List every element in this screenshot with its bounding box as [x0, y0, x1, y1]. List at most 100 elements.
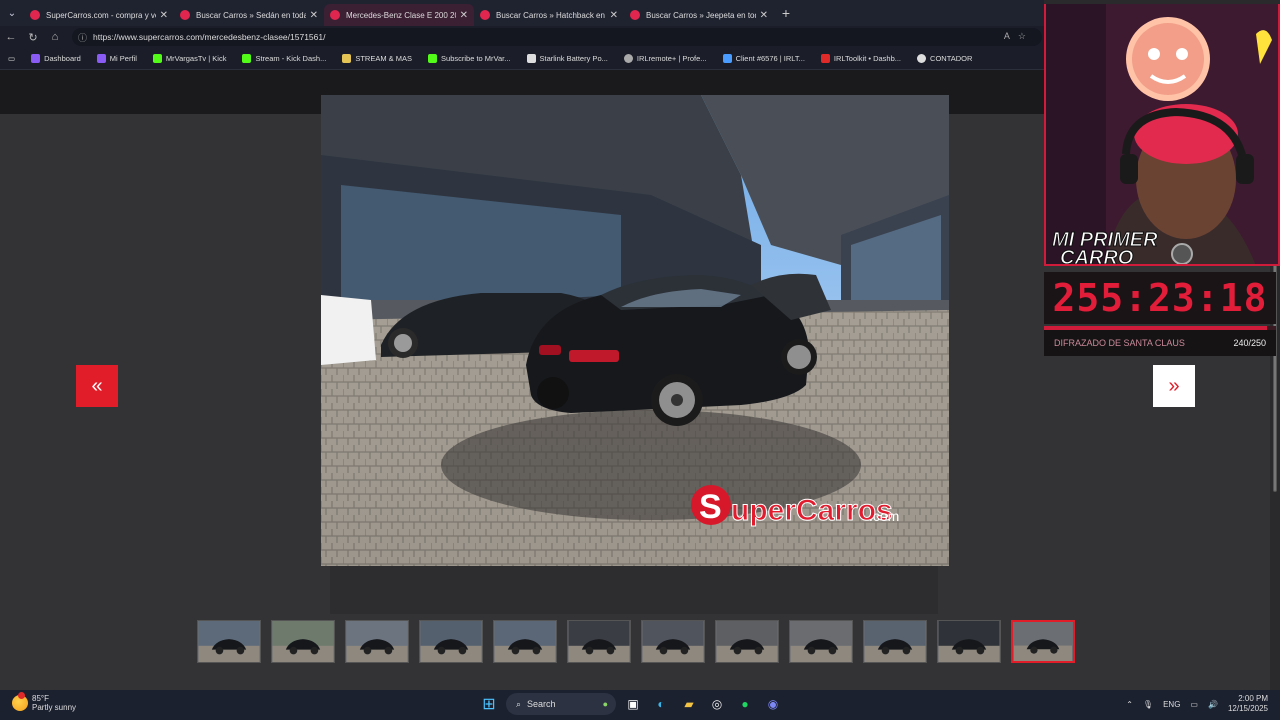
close-tab-icon[interactable]: ✕: [160, 10, 168, 21]
back-icon[interactable]: ←: [0, 26, 22, 48]
browser-tab[interactable]: SuperCarros.com - compra y vende ✕: [24, 4, 174, 26]
bookmark-label: IRLToolkit • Dashb...: [833, 54, 902, 63]
thumbnail-image: [864, 621, 926, 662]
webcam-feed: MI PRIMER CARRO: [1044, 4, 1280, 266]
bookmark-item[interactable]: IRLremote+ | Profe...: [616, 54, 715, 63]
gallery-thumbnail[interactable]: [345, 620, 409, 663]
bookmark-item[interactable]: Stream - Kick Dash...: [234, 54, 334, 63]
bookmark-item[interactable]: Mi Perfil: [89, 54, 145, 63]
windows-taskbar: 85°F Partly sunny ⊞ ⌕ Search ● ▣ ◐ ▰ ◎ ● ◉…: [0, 690, 1280, 720]
tab-title: Buscar Carros » Jeepeta en toda R: [646, 10, 756, 20]
temperature-text: 85°F: [32, 694, 49, 703]
browser-toolbar: ← ↻ ⌂ ⓘ https://www.supercarros.com/merc…: [0, 26, 1044, 48]
thumbnail-image: [1013, 622, 1073, 661]
supercarros-favicon-icon: [330, 10, 340, 20]
bookmark-label: Client #6576 | IRLT...: [735, 54, 805, 63]
site-info-icon[interactable]: ⓘ: [78, 31, 87, 44]
thumbnail-image: [568, 621, 630, 662]
supercarros-favicon-icon: [180, 10, 190, 20]
windows-start-icon[interactable]: ⊞: [478, 693, 500, 715]
gallery-thumbnail[interactable]: [1011, 620, 1075, 663]
bookmark-favicon-icon: [31, 54, 41, 63]
tab-title: Buscar Carros » Hatchback en toda: [496, 10, 606, 20]
close-tab-icon[interactable]: ✕: [610, 10, 618, 21]
file-explorer-icon[interactable]: ▰: [678, 693, 700, 715]
home-icon[interactable]: ⌂: [44, 26, 66, 48]
kick-icon: [428, 54, 438, 63]
bookmarks-menu-icon[interactable]: ▭: [0, 54, 23, 63]
gallery-thumbnail[interactable]: [641, 620, 705, 663]
bookmark-label: Mi Perfil: [109, 54, 137, 63]
webcam-illustration: MI PRIMER CARRO: [1046, 4, 1278, 266]
gallery-thumbnail[interactable]: [419, 620, 483, 663]
network-icon[interactable]: ▭: [1190, 700, 1198, 709]
microphone-icon[interactable]: 🎙: [1143, 700, 1153, 709]
kick-icon: [152, 54, 162, 63]
globe-icon: [623, 54, 633, 63]
tab-strip: ⌄ SuperCarros.com - compra y vende ✕ Busc…: [0, 0, 1044, 26]
clock[interactable]: 2:00 PM 12/15/2025: [1228, 694, 1268, 714]
bookmark-item[interactable]: Client #6576 | IRLT...: [715, 54, 813, 63]
partly-sunny-icon: [12, 692, 28, 711]
bookmark-item[interactable]: IRLToolkit • Dashb...: [813, 54, 909, 63]
taskbar-apps: ⊞ ⌕ Search ● ▣ ◐ ▰ ◎ ● ◉: [478, 693, 784, 715]
weather-text: Partly sunny: [32, 703, 77, 712]
taskbar-search[interactable]: ⌕ Search ●: [506, 693, 616, 715]
tab-title: Buscar Carros » Sedán en toda Rep: [196, 10, 306, 20]
close-tab-icon[interactable]: ✕: [760, 10, 768, 21]
favorite-star-icon[interactable]: A☆: [1004, 31, 1034, 42]
gallery-thumbnail[interactable]: [197, 620, 261, 663]
tab-list-button[interactable]: ⌄: [0, 0, 24, 26]
bookmark-item[interactable]: Subscribe to MrVar...: [420, 54, 518, 63]
gallery-thumbnail[interactable]: [567, 620, 631, 663]
gallery-thumbnail[interactable]: [271, 620, 335, 663]
gallery-thumbnail[interactable]: [937, 620, 1001, 663]
bookmark-label: Subscribe to MrVar...: [441, 54, 511, 63]
folder-icon: [342, 54, 352, 63]
discord-icon[interactable]: ◉: [762, 693, 784, 715]
goal-panel: DIFRAZADO DE SANTA CLAUS 240/250: [1044, 330, 1276, 356]
new-tab-button[interactable]: +: [774, 5, 798, 21]
volume-icon[interactable]: 🔊: [1208, 700, 1218, 709]
browser-tab[interactable]: Buscar Carros » Jeepeta en toda R ✕: [624, 4, 774, 26]
browser-tab-active[interactable]: Mercedes-Benz Clase E 200 2020 ✕: [324, 4, 474, 26]
bookmark-item[interactable]: Starlink Battery Po...: [519, 54, 616, 63]
tab-title: Mercedes-Benz Clase E 200 2020: [346, 10, 456, 20]
bookmark-label: Dashboard: [44, 54, 81, 63]
next-arrow-icon: »: [1168, 374, 1180, 397]
bookmark-item[interactable]: Dashboard: [23, 54, 89, 63]
edge-browser-icon[interactable]: ◐: [650, 693, 672, 715]
main-gallery-photo[interactable]: S uperCarros .com: [321, 95, 949, 566]
weather-widget[interactable]: 85°F Partly sunny: [12, 692, 77, 712]
thumbnail-image: [642, 621, 704, 662]
next-photo-button[interactable]: »: [1153, 365, 1195, 407]
browser-tab[interactable]: Buscar Carros » Sedán en toda Rep ✕: [174, 4, 324, 26]
previous-photo-button[interactable]: «: [76, 365, 118, 407]
listing-details-background: [330, 566, 938, 614]
thumbnail-image: [272, 621, 334, 662]
tray-overflow-icon[interactable]: ⌃: [1126, 700, 1133, 709]
bookmark-label: MrVargasTv | Kick: [165, 54, 227, 63]
tab-title: SuperCarros.com - compra y vende: [46, 10, 156, 20]
bookmarks-bar: ▭ Dashboard Mi Perfil MrVargasTv | Kick …: [0, 48, 1044, 70]
address-bar[interactable]: ⓘ https://www.supercarros.com/mercedesbe…: [72, 28, 1042, 46]
overlay-title-line2: CARRO: [1060, 247, 1134, 266]
spotify-icon[interactable]: ●: [734, 693, 756, 715]
task-view-icon[interactable]: ▣: [622, 693, 644, 715]
chrome-icon[interactable]: ◎: [706, 693, 728, 715]
language-indicator[interactable]: ENG: [1163, 700, 1180, 709]
cloud-icon: [722, 54, 732, 63]
thumbnail-strip: [197, 620, 1075, 663]
bookmark-item[interactable]: STREAM & MAS: [334, 54, 420, 63]
gallery-thumbnail[interactable]: [789, 620, 853, 663]
browser-tab[interactable]: Buscar Carros » Hatchback en toda ✕: [474, 4, 624, 26]
gallery-thumbnail[interactable]: [715, 620, 779, 663]
bookmark-item[interactable]: MrVargasTv | Kick: [145, 54, 235, 63]
bookmark-item[interactable]: CONTADOR: [909, 54, 980, 63]
close-tab-icon[interactable]: ✕: [460, 10, 468, 21]
close-tab-icon[interactable]: ✕: [310, 10, 318, 21]
previous-arrow-icon: «: [91, 374, 103, 397]
gallery-thumbnail[interactable]: [493, 620, 557, 663]
refresh-icon[interactable]: ↻: [22, 26, 44, 48]
gallery-thumbnail[interactable]: [863, 620, 927, 663]
